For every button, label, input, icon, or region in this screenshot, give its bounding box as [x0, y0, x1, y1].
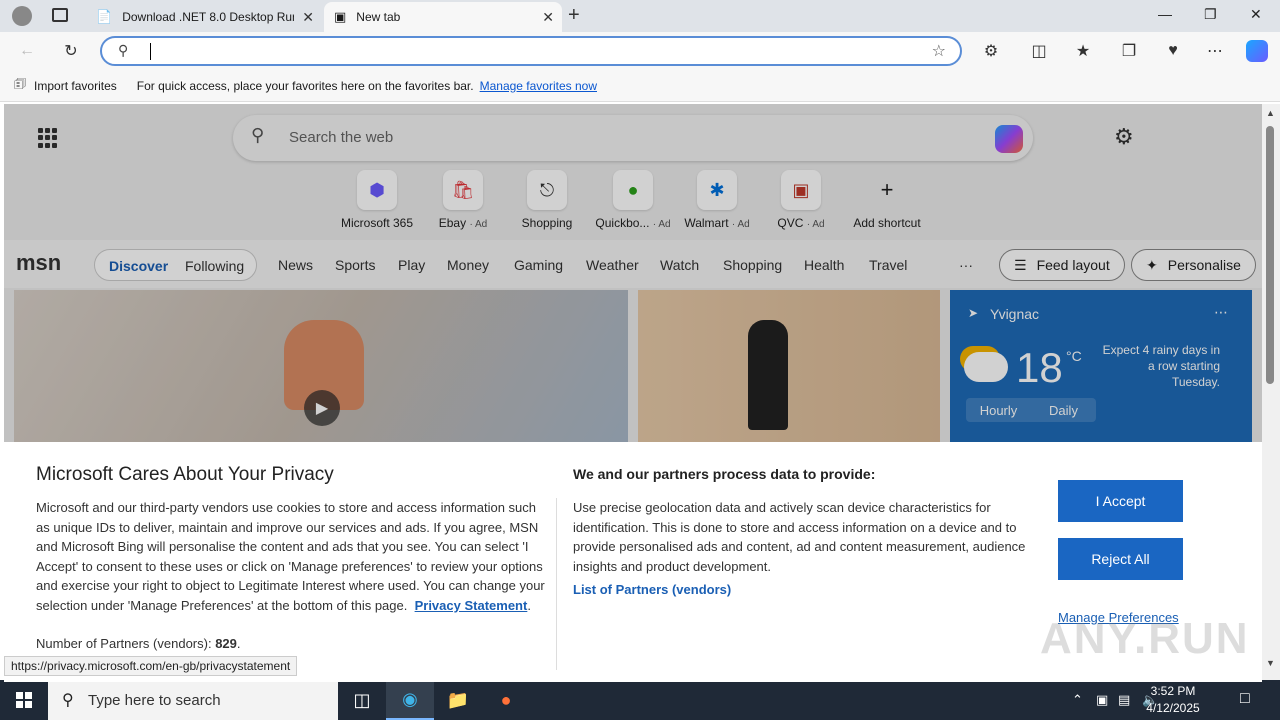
edge-icon[interactable]: ◉ [386, 680, 434, 720]
partners-number: 829 [215, 636, 237, 651]
notifications-icon[interactable]: □ [1240, 690, 1250, 708]
watermark-logo: ANY.RUN [1040, 614, 1250, 663]
page-scrollbar[interactable]: ▲ ▼ [1262, 104, 1280, 682]
split-screen-icon[interactable]: ◫ [1028, 40, 1050, 62]
import-icon: 🗊 [14, 75, 27, 91]
firefox-icon[interactable]: ● [482, 680, 530, 720]
privacy-body: Microsoft and our third-party vendors us… [36, 500, 545, 613]
collections-icon[interactable]: ❐ [1118, 40, 1140, 62]
manage-favorites-link[interactable]: Manage favorites now [480, 79, 597, 93]
close-icon[interactable]: ✕ [302, 9, 314, 26]
copilot-icon[interactable] [1246, 40, 1268, 62]
taskbar-search-placeholder: Type here to search [88, 691, 221, 709]
file-explorer-icon[interactable]: 📁 [434, 680, 482, 720]
favorites-bar: 🗊 Import favorites For quick access, pla… [0, 70, 1280, 102]
profile-icon[interactable] [12, 6, 32, 26]
back-button[interactable]: ← [16, 40, 38, 62]
task-view-icon[interactable]: ◫ [338, 680, 386, 720]
browser-toolbar: ← ↻ ⚲ ☆ ⚙ ◫ ★ ❐ ♥ ⋯ [0, 32, 1280, 70]
favorites-icon[interactable]: ★ [1072, 40, 1094, 62]
restore-button[interactable]: ❐ [1204, 6, 1217, 23]
partners-label: Number of Partners (vendors): [36, 636, 212, 651]
reject-all-button[interactable]: Reject All [1058, 538, 1183, 580]
scroll-down-icon[interactable]: ▼ [1266, 658, 1275, 668]
purposes-heading: We and our partners process data to prov… [573, 466, 876, 482]
modal-backdrop [4, 104, 1262, 442]
favorites-message: For quick access, place your favorites h… [136, 78, 474, 93]
scroll-thumb[interactable] [1266, 126, 1274, 384]
close-icon[interactable]: ✕ [542, 9, 554, 26]
search-icon: ⚲ [62, 692, 74, 709]
text-caret [150, 43, 151, 60]
start-button[interactable] [0, 680, 48, 720]
privacy-body-text: Microsoft and our third-party vendors us… [36, 500, 545, 613]
tab-dotnet-download[interactable]: 📄 Download .NET 8.0 Desktop Runt ✕ [86, 2, 322, 32]
divider [556, 498, 557, 670]
tab-new-tab[interactable]: ▣ New tab ✕ [324, 2, 562, 32]
tab-actions-icon[interactable] [52, 8, 68, 22]
browser-essentials-icon[interactable]: ♥ [1162, 40, 1184, 62]
status-url: https://privacy.microsoft.com/en-gb/priv… [4, 656, 298, 676]
taskbar-search[interactable]: ⚲ Type here to search [48, 680, 338, 720]
import-favorites-button[interactable]: Import favorites [34, 79, 117, 93]
tab-strip: 📄 Download .NET 8.0 Desktop Runt ✕ ▣ New… [0, 0, 1280, 32]
partners-count: Number of Partners (vendors): 829. [36, 636, 241, 651]
purposes-body: Use precise geolocation data and activel… [573, 500, 1026, 574]
favorite-star-icon[interactable]: ☆ [932, 41, 946, 61]
accept-button[interactable]: I Accept [1058, 480, 1183, 522]
windows-icon [16, 692, 32, 708]
tab-title: Download .NET 8.0 Desktop Runt [122, 10, 295, 24]
clock-time: 3:52 PM [1150, 684, 1196, 698]
privacy-statement-link[interactable]: Privacy Statement [415, 598, 528, 613]
minimize-button[interactable]: — [1158, 6, 1172, 22]
new-tab-button[interactable]: + [568, 4, 580, 27]
chevron-up-icon[interactable]: ⌃ [1072, 692, 1083, 708]
settings-more-icon[interactable]: ⋯ [1204, 40, 1226, 62]
taskbar-clock[interactable]: 3:52 PM 4/12/2025 [1136, 683, 1210, 717]
extensions-icon[interactable]: ⚙ [980, 40, 1002, 62]
refresh-button[interactable]: ↻ [60, 40, 82, 62]
scroll-up-icon[interactable]: ▲ [1266, 108, 1275, 118]
tab-title: New tab [356, 10, 401, 24]
address-bar[interactable]: ⚲ ☆ [100, 36, 962, 66]
window-close-button[interactable]: ✕ [1250, 6, 1262, 23]
new-tab-page: ⚲ Search the web ⚙ ⬢ Microsoft 365 🛍 Eba… [4, 104, 1262, 682]
search-icon: ⚲ [118, 42, 129, 58]
network-icon[interactable]: ▤ [1118, 692, 1130, 708]
privacy-title: Microsoft Cares About Your Privacy [36, 464, 334, 485]
privacy-consent-dialog: Microsoft Cares About Your Privacy Micro… [4, 442, 1262, 682]
page-icon: 📄 [96, 9, 113, 24]
list-partners-link[interactable]: List of Partners (vendors) [573, 582, 731, 597]
newtab-icon: ▣ [334, 9, 347, 24]
device-icon[interactable]: ▣ [1096, 692, 1108, 708]
taskbar: ⚲ Type here to search ◫ ◉ 📁 ● ⌃ ▣ ▤ 🔈 3:… [0, 680, 1280, 720]
clock-date: 4/12/2025 [1146, 701, 1200, 715]
